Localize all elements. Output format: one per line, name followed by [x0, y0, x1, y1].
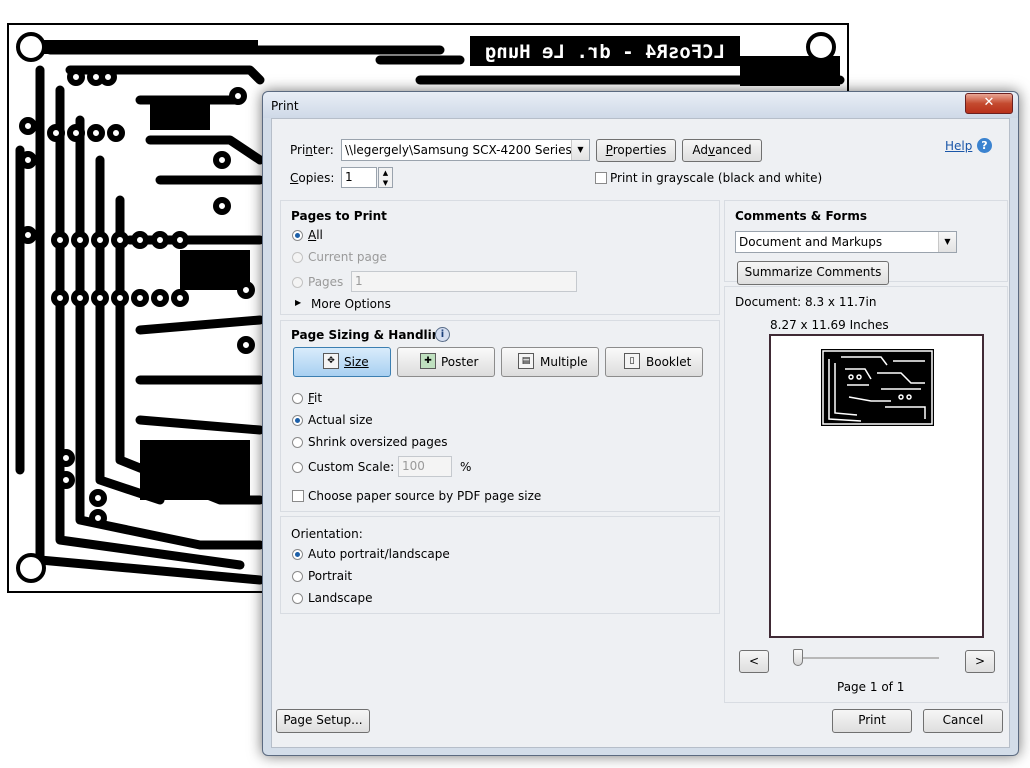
pcb-text: LCFosR4 - dr. Le Hung [485, 41, 725, 63]
custom-scale-radio[interactable] [292, 462, 303, 473]
paper-source-label: Choose paper source by PDF page size [308, 489, 542, 503]
cancel-button[interactable]: Cancel [923, 709, 1003, 733]
page-slider-track[interactable] [795, 657, 939, 659]
copies-label: Copies: [290, 171, 335, 185]
size-icon: ✥ [323, 353, 339, 369]
custom-scale-label: Custom Scale: [308, 460, 395, 474]
actual-size-label: Actual size [308, 413, 373, 427]
page-preview [769, 334, 984, 638]
page-sizing-heading: Page Sizing & Handling [291, 328, 449, 342]
grayscale-checkbox[interactable] [595, 172, 607, 184]
dropdown-arrow-icon: ▼ [571, 140, 589, 160]
preview-group: Document: 8.3 x 11.7in 8.27 x 11.69 Inch… [724, 286, 1008, 703]
booklet-icon: ▯ [624, 353, 640, 369]
comments-forms-heading: Comments & Forms [735, 209, 867, 223]
expand-triangle-icon[interactable]: ▶ [295, 298, 301, 307]
portrait-radio[interactable] [292, 571, 303, 582]
preview-thumbnail [821, 349, 934, 426]
more-options-label[interactable]: More Options [311, 297, 391, 311]
next-page-button[interactable]: > [965, 650, 995, 673]
dropdown-arrow-icon: ▼ [938, 232, 956, 252]
shrink-radio[interactable] [292, 437, 303, 448]
pages-radio[interactable] [292, 277, 303, 288]
document-size-label: Document: 8.3 x 11.7in [735, 295, 877, 309]
print-dialog: Print ✕ Printer: \\legergely\Samsung SCX… [262, 91, 1019, 756]
pages-to-print-heading: Pages to Print [291, 209, 387, 223]
spinner-arrows-icon[interactable]: ▲ ▼ [378, 167, 393, 188]
custom-scale-input[interactable]: 100 [398, 456, 452, 477]
title-bar[interactable]: Print ✕ [263, 92, 1018, 118]
print-button[interactable]: Print [832, 709, 912, 733]
booklet-tab-label: Booklet [646, 355, 692, 369]
page-sizing-group: Page Sizing & Handling i ✥ Size ✚ Poster… [280, 320, 720, 512]
dialog-title: Print [271, 99, 299, 113]
previous-page-button[interactable]: < [739, 650, 769, 673]
orientation-group: Orientation: Auto portrait/landscape Por… [280, 516, 720, 614]
chevron-right-icon: > [974, 654, 986, 668]
printer-value: \\legergely\Samsung SCX-4200 Series-SUP [345, 143, 590, 157]
poster-icon: ✚ [420, 353, 436, 369]
auto-orientation-label: Auto portrait/landscape [308, 547, 450, 561]
grayscale-label: Print in grayscale (black and white) [610, 171, 823, 185]
size-tab-button[interactable]: ✥ Size [293, 347, 391, 377]
poster-tab-label: Poster [441, 355, 479, 369]
paper-size-label: 8.27 x 11.69 Inches [770, 318, 889, 332]
percent-label: % [460, 460, 472, 474]
orientation-heading: Orientation: [291, 527, 363, 541]
size-tab-label: Size [344, 355, 369, 369]
properties-button[interactable]: Properties [596, 139, 676, 162]
auto-orientation-radio[interactable] [292, 549, 303, 560]
page-counter: Page 1 of 1 [837, 680, 905, 694]
landscape-radio[interactable] [292, 593, 303, 604]
help-link[interactable]: Help [945, 139, 972, 153]
advanced-button[interactable]: Advanced [682, 139, 762, 162]
current-page-radio[interactable] [292, 252, 303, 263]
current-page-label: Current page [308, 250, 387, 264]
summarize-comments-button[interactable]: Summarize Comments [737, 261, 889, 285]
portrait-label: Portrait [308, 569, 353, 583]
comments-value: Document and Markups [739, 235, 883, 249]
actual-size-radio[interactable] [292, 415, 303, 426]
page-slider-thumb[interactable] [793, 649, 803, 666]
chevron-left-icon: < [748, 654, 760, 668]
comments-select[interactable]: Document and Markups ▼ [735, 231, 957, 253]
pages-to-print-group: Pages to Print All Current page Pages 1 … [280, 200, 720, 315]
shrink-label: Shrink oversized pages [308, 435, 448, 449]
fit-label: Fit [308, 391, 323, 405]
poster-tab-button[interactable]: ✚ Poster [397, 347, 495, 377]
comments-forms-group: Comments & Forms Document and Markups ▼ … [724, 200, 1008, 285]
info-icon[interactable]: i [435, 327, 450, 342]
fit-radio[interactable] [292, 393, 303, 404]
multiple-tab-button[interactable]: ▤ Multiple [501, 347, 599, 377]
multiple-tab-label: Multiple [540, 355, 588, 369]
booklet-tab-button[interactable]: ▯ Booklet [605, 347, 703, 377]
pages-label: Pages [308, 275, 344, 289]
copies-input[interactable]: 1 [341, 167, 377, 188]
all-label: All [308, 228, 323, 242]
paper-source-checkbox[interactable] [292, 490, 304, 502]
dialog-client: Printer: \\legergely\Samsung SCX-4200 Se… [271, 118, 1010, 748]
page-setup-button[interactable]: Page Setup... [276, 709, 370, 733]
multiple-icon: ▤ [518, 353, 534, 369]
help-icon[interactable]: ? [977, 138, 992, 153]
all-radio[interactable] [292, 230, 303, 241]
close-button[interactable]: ✕ [965, 93, 1013, 114]
close-icon: ✕ [983, 95, 995, 110]
pages-range-input[interactable]: 1 [351, 271, 577, 292]
landscape-label: Landscape [308, 591, 373, 605]
printer-label: Printer: [290, 143, 334, 157]
printer-select[interactable]: \\legergely\Samsung SCX-4200 Series-SUP … [341, 139, 590, 161]
